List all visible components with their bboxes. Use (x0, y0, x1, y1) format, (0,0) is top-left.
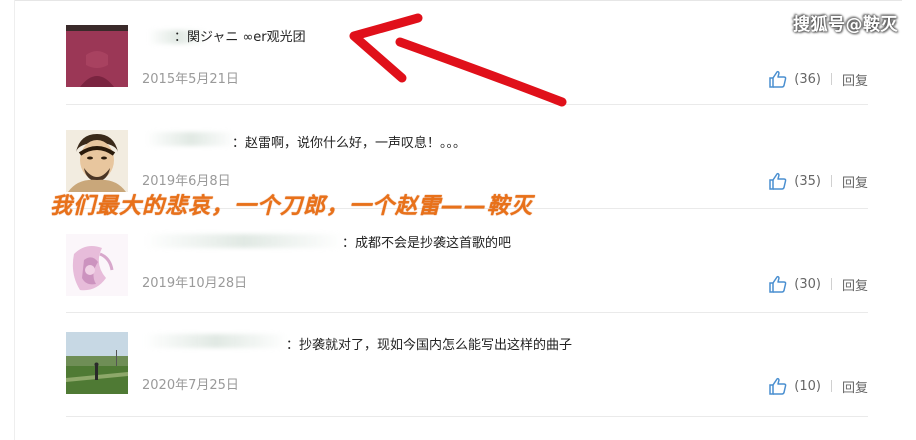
avatar[interactable] (66, 234, 128, 296)
comment-text: ：抄袭就对了，现如今国内怎么能写出这样的曲子 (286, 338, 573, 353)
thumbs-up-icon (769, 275, 787, 293)
thumbs-up-icon (769, 377, 787, 395)
username-blurred (146, 132, 236, 146)
comment-page: 搜狐号@鞍灭 ：関ジャニ ∞er观光团 2015年5月21日 (36) 回复 ：… (0, 0, 916, 440)
thumbs-up-icon (769, 172, 787, 190)
avatar[interactable] (66, 130, 128, 192)
like-button[interactable]: (30) (768, 274, 821, 294)
left-divider (14, 0, 15, 440)
avatar[interactable] (66, 332, 128, 394)
comment-date: 2020年7月25日 (142, 378, 239, 393)
like-count: (10) (794, 378, 821, 394)
action-separator (830, 278, 832, 290)
like-count: (35) (794, 173, 821, 189)
reply-button[interactable]: 回复 (842, 275, 868, 294)
username-blurred (144, 234, 344, 248)
comment-actions: (30) 回复 (768, 273, 868, 295)
red-arrow-annotation (349, 13, 567, 107)
reply-button[interactable]: 回复 (842, 377, 868, 396)
comment-date: 2019年10月28日 (142, 276, 248, 291)
action-separator (830, 73, 832, 85)
comment-date: 2015年5月21日 (142, 72, 239, 87)
reply-button[interactable]: 回复 (842, 172, 868, 191)
reply-button[interactable]: 回复 (842, 70, 868, 89)
comment-item: ：抄袭就对了，现如今国内怎么能写出这样的曲子 2020年7月25日 (10) 回… (66, 312, 868, 417)
username-blurred (144, 334, 288, 348)
comment-text: ：成都不会是抄袭这首歌的吧 (342, 236, 512, 251)
thumbs-up-icon (769, 70, 787, 88)
comment-actions: (35) 回复 (768, 170, 868, 192)
comment-actions: (36) 回复 (768, 68, 868, 90)
comment-item: ：成都不会是抄袭这首歌的吧 2019年10月28日 (30) 回复 (66, 208, 868, 313)
like-count: (36) (794, 71, 821, 87)
comment-text: ：赵雷啊，说你什么好，一声叹息！。。。 (232, 136, 467, 151)
overlay-caption: 我们最大的悲哀，一个刀郎，一个赵雷——鞍灭 (50, 194, 534, 219)
action-separator (830, 380, 832, 392)
like-button[interactable]: (36) (768, 69, 821, 89)
like-button[interactable]: (10) (768, 376, 821, 396)
like-count: (30) (794, 276, 821, 292)
action-separator (830, 175, 832, 187)
like-button[interactable]: (35) (768, 171, 821, 191)
comment-text: ：関ジャニ ∞er观光团 (174, 30, 306, 45)
avatar[interactable] (66, 25, 128, 87)
comment-actions: (10) 回复 (768, 375, 868, 397)
